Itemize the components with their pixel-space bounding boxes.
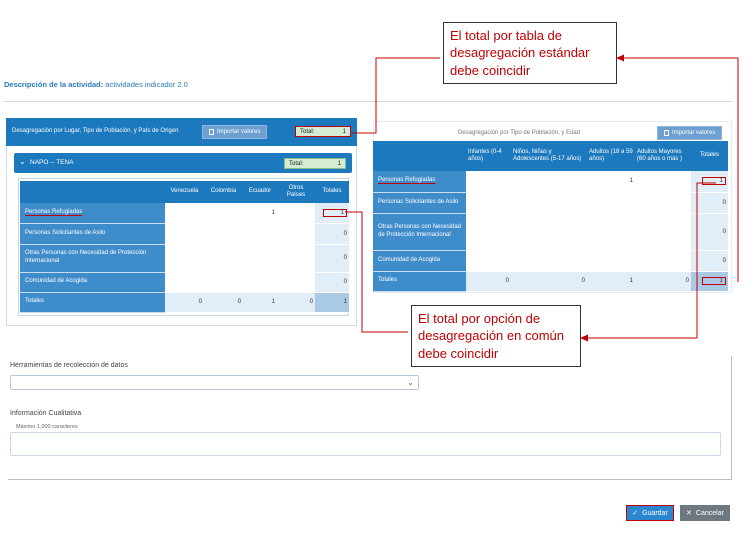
close-icon: ✕ — [686, 510, 692, 517]
divider — [8, 479, 732, 480]
callout-connectors — [345, 54, 739, 342]
connector-table-total-right — [624, 57, 739, 282]
tools-label: Herramientas de recolección de datos — [10, 362, 128, 369]
character-limit-hint: Máximo 1,000 caracteres — [16, 424, 78, 430]
cancel-button-label: Cancelar — [695, 509, 724, 517]
arrowhead — [580, 334, 588, 342]
divider — [731, 356, 732, 480]
chevron-down-icon[interactable]: ⌄ — [407, 378, 414, 387]
save-button[interactable]: ✓ Guardar — [626, 505, 674, 521]
save-button-label: Guardar — [642, 509, 668, 517]
qualitative-info-textarea[interactable] — [10, 432, 721, 456]
callout-option-total: El total por opción de desagregación en … — [411, 305, 581, 367]
callout-table-total: El total por tabla de desagregación está… — [443, 22, 617, 84]
connector-option-total-right — [588, 182, 716, 339]
connector-option-total-left — [345, 211, 408, 333]
connector-table-total-left — [352, 57, 440, 134]
arrowhead — [616, 54, 624, 62]
qualitative-info-label: Información Cualitativa — [10, 410, 82, 417]
tools-select[interactable]: ⌄ — [10, 375, 419, 390]
cancel-button[interactable]: ✕ Cancelar — [680, 505, 730, 521]
check-icon: ✓ — [632, 510, 639, 517]
